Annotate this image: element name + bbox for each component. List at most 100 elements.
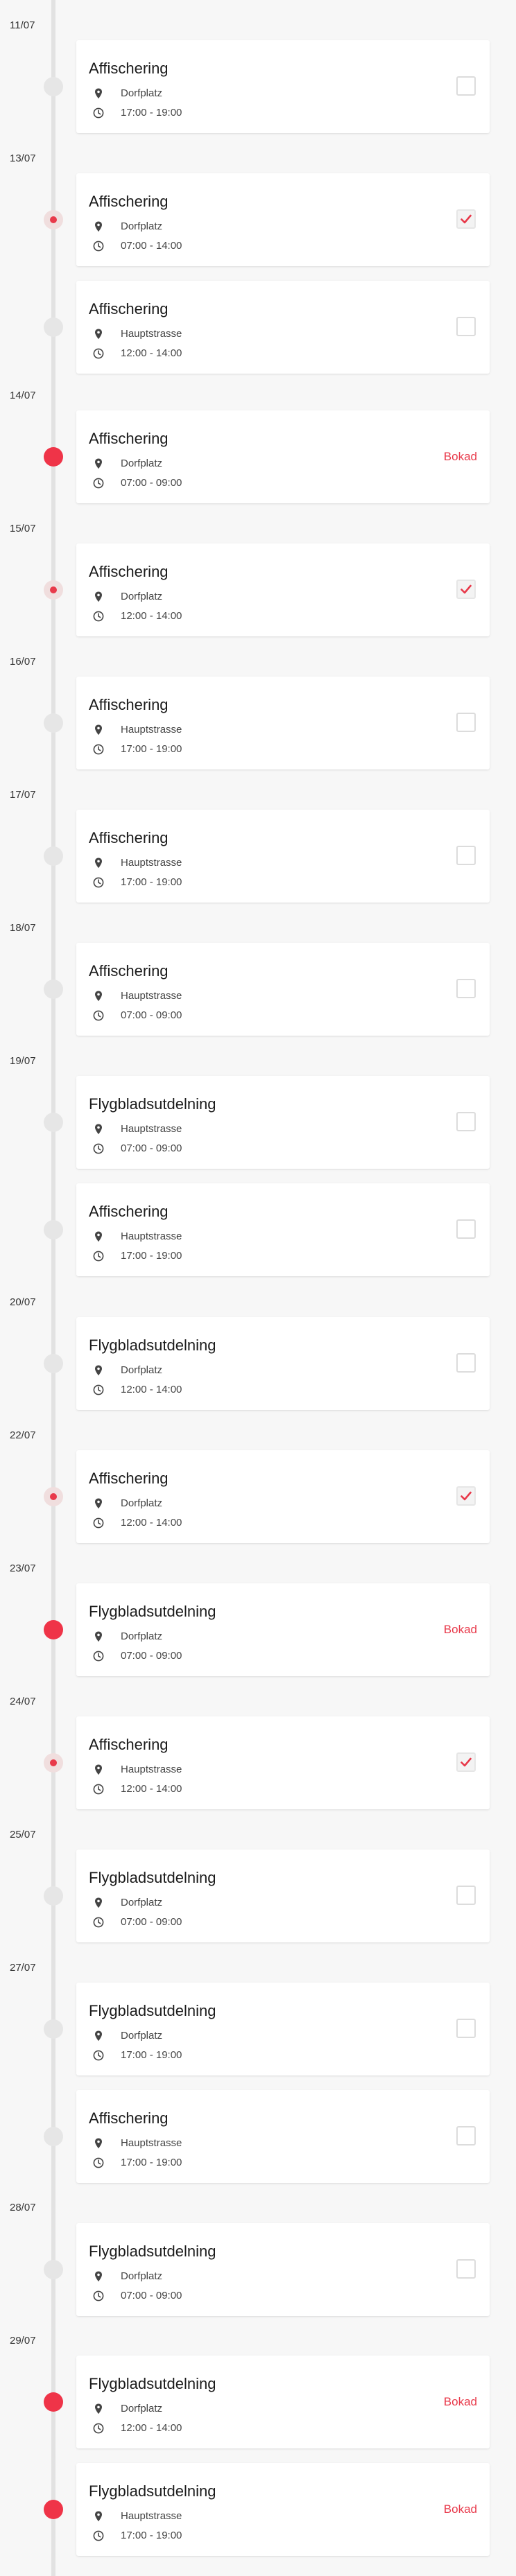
event-checkbox[interactable] [456, 1112, 476, 1131]
booked-label: Bokad [443, 1623, 477, 1636]
event-card[interactable]: Affischering Dorfplatz 07:00 - 09:00 Bokad [76, 410, 490, 503]
date-label: 23/07 [10, 1563, 36, 1574]
map-pin-icon [94, 858, 111, 869]
event-card[interactable]: Affischering Dorfplatz 07:00 - 14:00 [76, 173, 490, 266]
event-card[interactable]: Affischering Hauptstrasse 12:00 - 14:00 [76, 1716, 490, 1809]
event-checkbox[interactable] [456, 2259, 476, 2279]
timeline-dot-selected [44, 580, 63, 600]
event-time-text: 12:00 - 14:00 [121, 1783, 182, 1795]
event-title: Affischering [89, 563, 169, 580]
event-checkbox[interactable] [456, 979, 476, 998]
event-location-text: Dorfplatz [121, 1364, 163, 1376]
event-time-text: 17:00 - 19:00 [121, 1250, 182, 1262]
event-checkbox-checked[interactable] [456, 209, 476, 229]
clock-icon [93, 1251, 112, 1262]
event-time-text: 12:00 - 14:00 [121, 1384, 182, 1395]
event-location-text: Dorfplatz [121, 2030, 163, 2042]
event-title: Flygbladsutdelning [89, 1603, 216, 1620]
event-location: Hauptstrasse [93, 2137, 182, 2149]
timeline-dot [44, 980, 63, 999]
event-card[interactable]: Flygbladsutdelning Dorfplatz 07:00 - 09:00… [76, 1583, 490, 1676]
event-card[interactable]: Flygbladsutdelning Hauptstrasse 07:00 - 09… [76, 1076, 490, 1169]
event-location: Dorfplatz [93, 1630, 162, 1642]
clock-icon [93, 107, 112, 119]
event-location: Dorfplatz [93, 1364, 162, 1376]
event-checkbox[interactable] [456, 317, 476, 336]
map-pin-icon [94, 2138, 111, 2149]
event-card[interactable]: Flygbladsutdelning Dorfplatz 17:00 - 19:00 [76, 1983, 490, 2075]
event-checkbox[interactable] [456, 76, 476, 96]
event-title: Affischering [89, 1203, 169, 1220]
event-card[interactable]: Affischering Dorfplatz 12:00 - 14:00 [76, 543, 490, 636]
event-card[interactable]: Affischering Hauptstrasse 07:00 - 09:00 [76, 943, 490, 1036]
event-location-text: Hauptstrasse [121, 857, 182, 869]
event-title: Affischering [89, 829, 169, 846]
date-label: 13/07 [10, 153, 36, 164]
event-title: Affischering [89, 300, 169, 317]
event-time-text: 17:00 - 19:00 [121, 2530, 182, 2541]
event-checkbox[interactable] [456, 846, 476, 865]
event-checkbox-checked[interactable] [456, 1486, 476, 1506]
timeline-dot [44, 77, 63, 96]
event-time-text: 07:00 - 09:00 [121, 1916, 182, 1928]
event-time-text: 12:00 - 14:00 [121, 2422, 182, 2434]
event-location-text: Dorfplatz [121, 591, 163, 602]
clock-icon [93, 1010, 112, 1021]
timeline-dot-booked [44, 2392, 63, 2412]
map-pin-icon [94, 1365, 111, 1376]
checkmark-icon [461, 1491, 472, 1501]
event-checkbox[interactable] [456, 2126, 476, 2146]
map-pin-icon [94, 88, 111, 99]
event-time-text: 17:00 - 19:00 [121, 876, 182, 888]
event-checkbox-checked[interactable] [456, 580, 476, 599]
event-checkbox[interactable] [456, 1219, 476, 1239]
event-title: Affischering [89, 1736, 169, 1753]
event-checkbox[interactable] [456, 2019, 476, 2038]
map-pin-icon [94, 591, 111, 602]
event-card[interactable]: Flygbladsutdelning Dorfplatz 07:00 - 09:00 [76, 1850, 490, 1942]
event-card[interactable]: Flygbladsutdelning Dorfplatz 12:00 - 14:00… [76, 2356, 490, 2448]
date-label: 22/07 [10, 1429, 36, 1441]
clock-icon [93, 1517, 112, 1529]
timeline-dot [44, 317, 63, 337]
event-card[interactable]: Flygbladsutdelning Dorfplatz 07:00 - 09:00 [76, 2223, 490, 2316]
event-time-text: 17:00 - 19:00 [121, 2157, 182, 2168]
event-location-text: Hauptstrasse [121, 328, 182, 340]
map-pin-icon [94, 724, 111, 736]
event-checkbox-checked[interactable] [456, 1752, 476, 1772]
event-title: Flygbladsutdelning [89, 2002, 216, 2019]
event-card[interactable]: Affischering Dorfplatz 12:00 - 14:00 [76, 1450, 490, 1543]
event-time: 07:00 - 14:00 [93, 240, 182, 252]
event-location-text: Dorfplatz [121, 1897, 163, 1908]
event-checkbox[interactable] [456, 1886, 476, 1905]
map-pin-icon [94, 1498, 111, 1509]
event-time: 17:00 - 19:00 [93, 1250, 182, 1262]
event-location-text: Hauptstrasse [121, 724, 182, 736]
event-checkbox[interactable] [456, 1353, 476, 1373]
event-time: 17:00 - 19:00 [93, 743, 182, 755]
event-card[interactable]: Flygbladsutdelning Dorfplatz 12:00 - 14:00 [76, 1317, 490, 1410]
event-location: Hauptstrasse [93, 857, 182, 869]
event-card[interactable]: Affischering Hauptstrasse 17:00 - 19:00 [76, 677, 490, 769]
event-card[interactable]: Affischering Hauptstrasse 17:00 - 19:00 [76, 1183, 490, 1276]
event-location: Dorfplatz [93, 87, 162, 99]
timeline-dot [44, 2260, 63, 2279]
event-card[interactable]: Affischering Hauptstrasse 17:00 - 19:00 [76, 810, 490, 903]
event-card[interactable]: Affischering Hauptstrasse 12:00 - 14:00 [76, 281, 490, 374]
timeline-dot [44, 1354, 63, 1373]
event-time: 07:00 - 09:00 [93, 1650, 182, 1662]
event-checkbox[interactable] [456, 713, 476, 732]
clock-icon [93, 2290, 112, 2301]
date-label: 14/07 [10, 390, 36, 401]
event-title: Flygbladsutdelning [89, 1869, 216, 1886]
event-card[interactable]: Affischering Hauptstrasse 17:00 - 19:00 [76, 2090, 490, 2183]
event-card[interactable]: Affischering Dorfplatz 17:00 - 19:00 [76, 40, 490, 133]
map-pin-icon [94, 1897, 111, 1908]
event-location: Dorfplatz [93, 591, 162, 602]
event-title: Affischering [89, 193, 169, 210]
event-location: Hauptstrasse [93, 724, 182, 736]
clock-icon [93, 1384, 112, 1395]
clock-icon [93, 478, 112, 489]
timeline-dot-center [50, 586, 57, 593]
event-card[interactable]: Flygbladsutdelning Hauptstrasse 17:00 - 19… [76, 2463, 490, 2556]
